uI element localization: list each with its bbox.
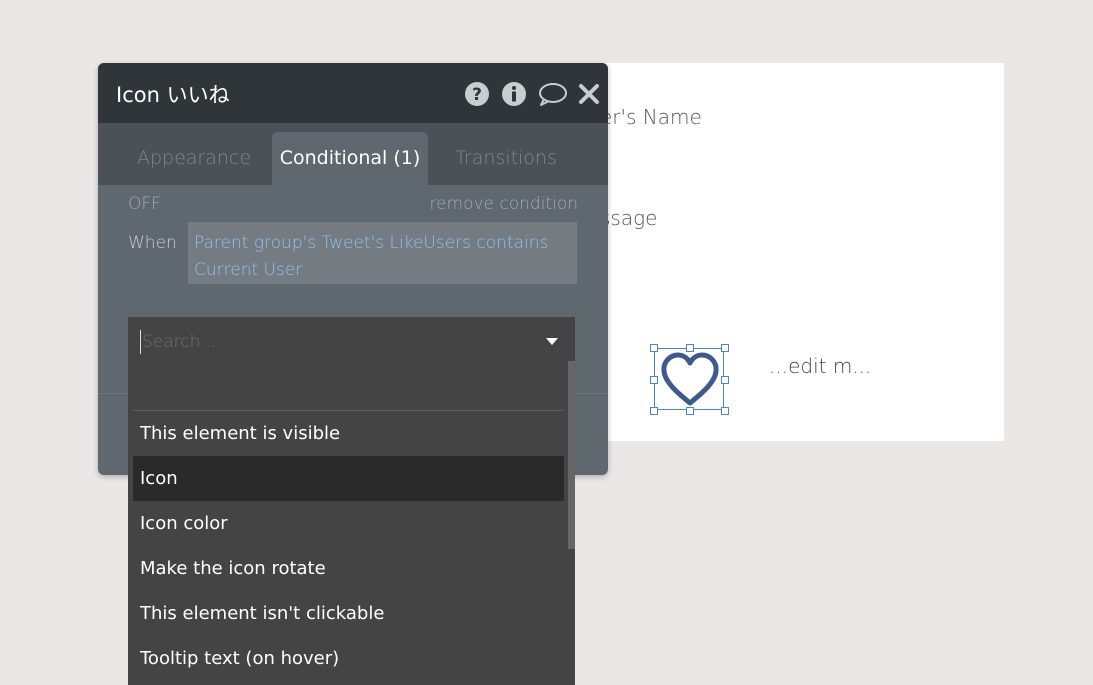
option-tooltip-text[interactable]: Tooltip text (on hover)	[133, 636, 564, 681]
option-icon-rotate[interactable]: Make the icon rotate	[133, 546, 564, 591]
when-label: When	[128, 233, 177, 253]
svg-text:?: ?	[472, 85, 482, 105]
resize-handle-ne[interactable]	[721, 344, 729, 352]
tab-bar: Appearance Conditional (1) Transitions	[98, 123, 608, 185]
resize-handle-s[interactable]	[686, 407, 694, 415]
resize-handle-e[interactable]	[721, 376, 729, 384]
resize-handle-n[interactable]	[686, 344, 694, 352]
search-input[interactable]	[140, 330, 522, 354]
remove-condition-link[interactable]: remove condition	[429, 194, 578, 214]
panel-title: Icon いいね	[116, 83, 230, 107]
comment-icon[interactable]	[538, 81, 568, 107]
resize-handle-se[interactable]	[721, 407, 729, 415]
resize-handle-sw[interactable]	[650, 407, 658, 415]
property-dropdown[interactable]: This element is visible Icon Icon color …	[128, 317, 575, 685]
help-icon[interactable]: ?	[464, 81, 490, 107]
option-icon[interactable]: Icon	[133, 456, 564, 501]
resize-handle-w[interactable]	[650, 376, 658, 384]
close-icon[interactable]	[578, 81, 600, 107]
tab-appearance[interactable]: Appearance	[124, 132, 264, 185]
resize-handle-nw[interactable]	[650, 344, 658, 352]
condition-expression[interactable]: Parent group's Tweet's LikeUsers contain…	[188, 222, 577, 284]
tab-conditional[interactable]: Conditional (1)	[272, 132, 428, 185]
message-text: ssage	[600, 206, 658, 230]
user-name-text: er's Name	[600, 105, 702, 129]
canvas-card: er's Name ssage ...edit m...	[600, 63, 1004, 441]
info-icon[interactable]	[501, 81, 527, 107]
dropdown-scrollbar[interactable]	[568, 361, 575, 549]
heart-icon	[661, 352, 719, 406]
option-element-visible[interactable]: This element is visible	[133, 411, 564, 456]
edit-text: ...edit m...	[769, 354, 872, 378]
chevron-down-icon[interactable]	[545, 337, 559, 346]
option-not-clickable[interactable]: This element isn't clickable	[133, 591, 564, 636]
tab-transitions[interactable]: Transitions	[436, 132, 576, 185]
panel-header: Icon いいね ?	[98, 63, 608, 123]
selected-heart-element[interactable]	[650, 344, 729, 415]
condition-toggle-off[interactable]: OFF	[128, 194, 161, 214]
option-icon-color[interactable]: Icon color	[133, 501, 564, 546]
